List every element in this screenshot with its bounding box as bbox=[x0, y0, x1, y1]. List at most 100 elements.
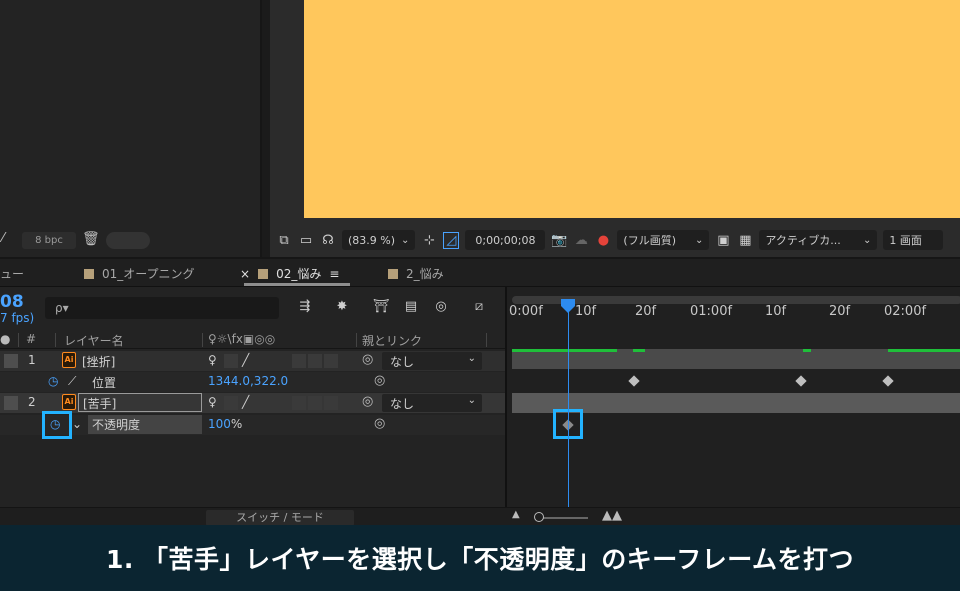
camera-select[interactable]: アクティブカ... ⌄ bbox=[759, 230, 878, 250]
mask-icon[interactable]: ☊ bbox=[320, 233, 336, 248]
motion-blur-icon[interactable]: ◎ bbox=[432, 299, 450, 317]
expand-chevron-icon[interactable]: ⌄ bbox=[72, 417, 82, 431]
quality-switch-icon[interactable]: ╱ bbox=[242, 353, 249, 367]
keyframe[interactable] bbox=[795, 375, 807, 387]
show-snapshot-icon[interactable]: ☁ bbox=[573, 233, 589, 248]
draft-3d-icon[interactable]: ✸ bbox=[333, 299, 351, 317]
title-safe-icon[interactable]: ⊹ bbox=[421, 233, 437, 248]
switch-box[interactable] bbox=[292, 396, 306, 410]
chevron-down-icon: ⌄ bbox=[467, 395, 476, 406]
parent-column-header[interactable]: 親とリンク bbox=[362, 332, 422, 349]
close-icon[interactable]: × bbox=[240, 267, 250, 281]
position-keyframe-track[interactable] bbox=[512, 371, 960, 391]
switch-box[interactable] bbox=[224, 396, 238, 410]
mask-path-icon[interactable]: ◿ bbox=[443, 231, 460, 249]
timeline-tab-bar: ュー 01_オープニング × 02_悩み ≡ 2_悩み bbox=[0, 259, 960, 287]
switch-box[interactable] bbox=[292, 354, 306, 368]
pick-whip-icon[interactable]: ◎ bbox=[374, 373, 385, 388]
viewer-timecode[interactable]: 0;00;00;08 bbox=[465, 230, 546, 250]
chevron-down-icon: ⌄ bbox=[467, 353, 476, 364]
view-layout-select[interactable]: 1 画面 bbox=[883, 230, 944, 250]
trash-icon[interactable]: 🗑 bbox=[82, 231, 100, 247]
layer-name[interactable]: [挫折] bbox=[82, 353, 115, 370]
number-column-header[interactable]: # bbox=[26, 332, 36, 346]
parent-select[interactable]: なし ⌄ bbox=[382, 394, 482, 412]
graph-editor-icon[interactable]: ⧄ bbox=[470, 299, 488, 317]
keyframe[interactable] bbox=[628, 375, 640, 387]
switch-box[interactable] bbox=[308, 354, 322, 368]
shy-switch-icon[interactable]: ♀ bbox=[208, 353, 217, 367]
property-row-opacity[interactable]: ◷ ⌄ 不透明度 100% ◎ bbox=[0, 415, 505, 435]
active-tab-indicator bbox=[244, 283, 350, 286]
pick-whip-icon[interactable]: ◎ bbox=[362, 394, 373, 409]
menu-icon[interactable]: ≡ bbox=[329, 267, 339, 281]
layer-name[interactable]: [苦手] bbox=[78, 393, 202, 412]
switch-box[interactable] bbox=[224, 354, 238, 368]
cache-indicator bbox=[888, 349, 960, 352]
switch-box[interactable] bbox=[324, 354, 338, 368]
illustrator-file-icon: Ai bbox=[62, 394, 76, 410]
monitor-icon[interactable]: ▭ bbox=[298, 233, 314, 248]
property-row-position[interactable]: ◷ ⟋ 位置 1344.0,322.0 ◎ bbox=[0, 372, 505, 392]
layer-row-2[interactable]: 2 Ai [苦手] ♀ ╱ ◎ なし ⌄ bbox=[0, 393, 505, 413]
zoom-out-mountain-icon[interactable]: ▲ bbox=[512, 509, 520, 520]
color-channel-icon[interactable]: ● bbox=[595, 233, 611, 248]
tab-02-nayami[interactable]: × 02_悩み ≡ bbox=[240, 265, 339, 282]
ruler-label: 20f bbox=[829, 304, 851, 319]
layer-name-column-header[interactable]: レイヤー名 bbox=[64, 332, 124, 349]
switch-box[interactable] bbox=[324, 396, 338, 410]
timeline-panel: ュー 01_オープニング × 02_悩み ≡ 2_悩み 08 7 fps) ρ▾… bbox=[0, 257, 960, 527]
layer-visibility-toggle[interactable] bbox=[4, 354, 18, 368]
current-time-display[interactable]: 08 bbox=[0, 292, 24, 312]
timeline-graph-area[interactable]: 0:00f 10f 20f 01:00f 10f 20f 02:00f bbox=[505, 287, 960, 507]
layer-visibility-toggle[interactable] bbox=[4, 396, 18, 410]
pick-whip-icon[interactable]: ◎ bbox=[362, 352, 373, 367]
property-name: 位置 bbox=[92, 376, 117, 390]
tab-2-nayami[interactable]: 2_悩み bbox=[388, 265, 444, 282]
parent-select[interactable]: なし ⌄ bbox=[382, 352, 482, 370]
shy-layers-icon[interactable]: ⛩ bbox=[372, 299, 390, 317]
layer-number: 1 bbox=[28, 353, 36, 367]
work-area-bar[interactable] bbox=[512, 296, 960, 304]
zoom-slider-thumb[interactable] bbox=[534, 512, 544, 522]
region-of-interest-icon[interactable]: ▣ bbox=[715, 233, 731, 248]
snapshot-grid-icon[interactable]: ⧉ bbox=[276, 233, 292, 248]
transparency-grid-icon[interactable]: ▦ bbox=[737, 233, 753, 248]
instruction-caption: 1. 「苦手」レイヤーを選択し「不透明度」のキーフレームを打つ bbox=[0, 525, 960, 591]
label-column-icon[interactable]: ● bbox=[0, 332, 10, 346]
property-value[interactable]: 100% bbox=[208, 417, 242, 431]
viewer-toolbar: ⧉ ▭ ☊ (83.9 %) ⌄ ⊹ ◿ 0;00;00;08 📷 ☁ ● (フル… bbox=[270, 226, 960, 254]
camera-icon[interactable]: 📷 bbox=[551, 233, 567, 248]
zoom-select[interactable]: (83.9 %) ⌄ bbox=[342, 230, 416, 250]
layer-1-duration-bar[interactable] bbox=[512, 349, 960, 369]
project-panel: ⁄ 8 bpc 🗑 bbox=[0, 0, 262, 257]
switch-box[interactable] bbox=[308, 396, 322, 410]
shy-switch-icon[interactable]: ♀ bbox=[208, 395, 217, 409]
composition-canvas[interactable] bbox=[304, 0, 960, 218]
layer-number: 2 bbox=[28, 395, 36, 409]
layer-search-input[interactable]: ρ▾ bbox=[45, 297, 279, 319]
brush-icon[interactable]: ⁄ bbox=[2, 231, 4, 246]
property-value[interactable]: 1344.0,322.0 bbox=[208, 374, 288, 388]
stopwatch-icon[interactable]: ◷ bbox=[48, 374, 58, 388]
switches-column-header[interactable]: ♀☼\fx▣◎◎ bbox=[208, 332, 275, 346]
ruler-label: 20f bbox=[635, 304, 657, 319]
resolution-select[interactable]: (フル画質) ⌄ bbox=[617, 230, 710, 250]
playhead-line[interactable] bbox=[568, 299, 569, 507]
panel-divider[interactable] bbox=[262, 0, 270, 257]
graph-icon[interactable]: ⟋ bbox=[68, 374, 76, 389]
composition-flowchart-icon[interactable]: ⇶ bbox=[296, 299, 314, 317]
keyframe[interactable] bbox=[882, 375, 894, 387]
pick-whip-icon[interactable]: ◎ bbox=[374, 416, 385, 431]
cache-indicator bbox=[512, 349, 617, 352]
zoom-in-mountain-icon[interactable]: ▲▲ bbox=[602, 508, 622, 523]
toggle-switches-modes-button[interactable]: スイッチ / モード bbox=[206, 510, 354, 526]
bpc-button[interactable]: 8 bpc bbox=[22, 232, 76, 249]
project-scroll-thumb[interactable] bbox=[106, 232, 150, 249]
layer-row-1[interactable]: 1 Ai [挫折] ♀ ╱ ◎ なし ⌄ bbox=[0, 351, 505, 371]
frame-blending-icon[interactable]: ▤ bbox=[402, 299, 420, 317]
quality-switch-icon[interactable]: ╱ bbox=[242, 395, 249, 409]
tab-01-opening[interactable]: 01_オープニング bbox=[84, 265, 195, 282]
tab-render-queue[interactable]: ュー bbox=[0, 265, 24, 282]
time-ruler[interactable]: 0:00f 10f 20f 01:00f 10f 20f 02:00f bbox=[507, 292, 960, 334]
